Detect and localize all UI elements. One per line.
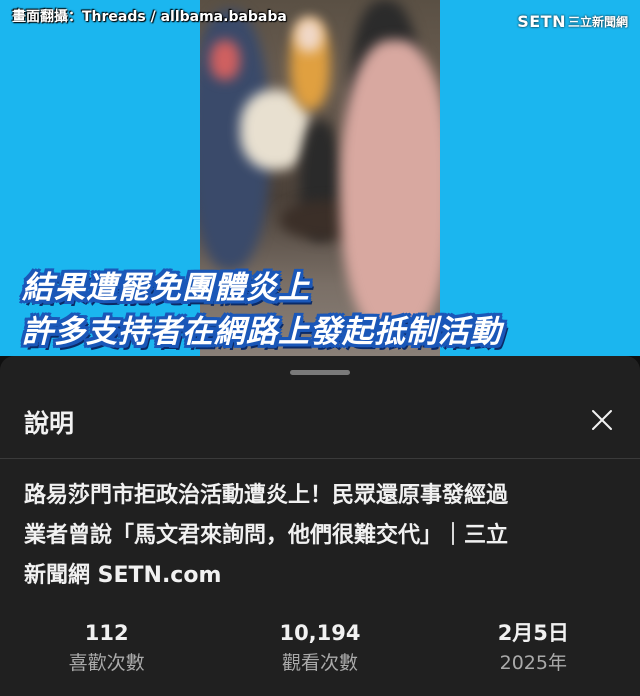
video-stats: 112 喜歡次數 10,194 觀看次數 2月5日 2025年 bbox=[0, 618, 640, 688]
video-caption-line1: 結果遭罷免團體炎上 bbox=[22, 270, 310, 306]
publish-year: 2025年 bbox=[499, 652, 567, 674]
likes-count: 112 bbox=[84, 621, 129, 645]
close-button[interactable] bbox=[588, 406, 616, 434]
views-label: 觀看次數 bbox=[281, 652, 358, 674]
brand-logo: SETN 三立新聞網 bbox=[517, 12, 628, 31]
views-stat: 10,194 觀看次數 bbox=[220, 618, 420, 688]
video-figure bbox=[210, 40, 240, 80]
publish-date: 2月5日 bbox=[497, 621, 569, 645]
sheet-title: 說明 bbox=[24, 409, 75, 438]
brand-logo-main: SETN bbox=[517, 12, 566, 31]
description-line: 業者曾說「馬文君來詢問，他們很難交代」｜三立 bbox=[24, 523, 509, 548]
likes-stat: 112 喜歡次數 bbox=[7, 618, 207, 688]
brand-logo-sub: 三立新聞網 bbox=[567, 15, 628, 29]
description-line: 路易莎門市拒政治活動遭炎上！民眾還原事發經過 bbox=[24, 483, 509, 508]
header-divider bbox=[0, 458, 640, 459]
description-line: 新聞網 SETN.com bbox=[24, 563, 222, 588]
sheet-header: 說明 bbox=[0, 386, 640, 458]
video-figure bbox=[295, 18, 323, 52]
video-description: 路易莎門市拒政治活動遭炎上！民眾還原事發經過 業者曾說「馬文君來詢問，他們很難交… bbox=[24, 476, 624, 596]
video-watermark: 畫面翻攝：Threads / allbama.bababa bbox=[12, 9, 287, 25]
video-caption-line2: 許多支持者在網路上發起抵制活動 bbox=[22, 314, 502, 350]
views-count: 10,194 bbox=[279, 621, 361, 645]
video-figure bbox=[340, 40, 440, 340]
likes-label: 喜歡次數 bbox=[68, 652, 145, 674]
video-player[interactable]: 畫面翻攝：Threads / allbama.bababa SETN 三立新聞網… bbox=[0, 0, 640, 356]
date-stat: 2月5日 2025年 bbox=[433, 618, 633, 688]
drag-handle[interactable] bbox=[290, 370, 350, 375]
close-icon bbox=[592, 410, 612, 430]
description-sheet: 說明 路易莎門市拒政治活動遭炎上！民眾還原事發經過 業者曾說「馬文君來詢問，他們… bbox=[0, 356, 640, 696]
